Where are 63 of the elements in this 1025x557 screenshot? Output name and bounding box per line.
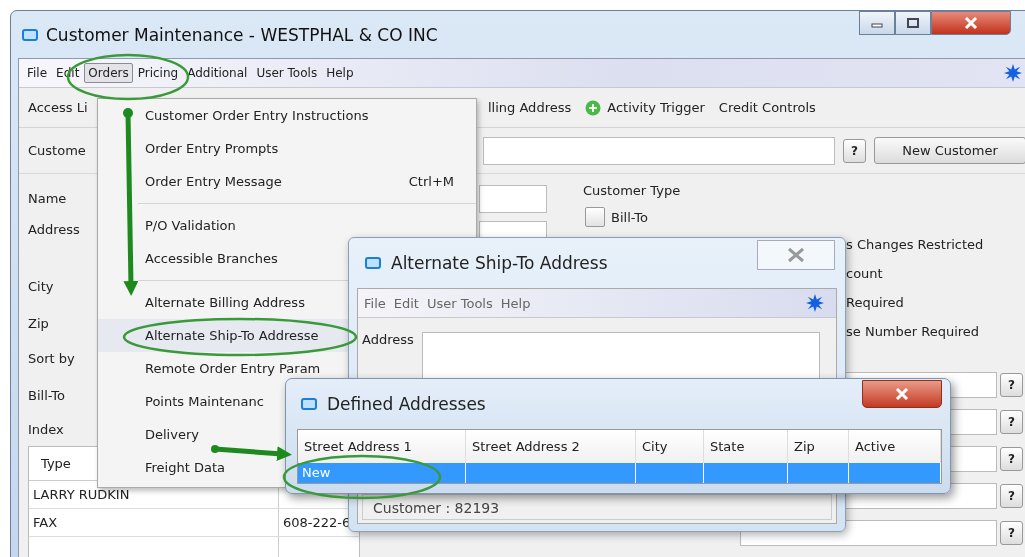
- close-icon: [786, 247, 806, 263]
- menu-item[interactable]: File: [364, 295, 386, 311]
- menu-item[interactable]: P/O Validation: [98, 209, 476, 242]
- dialog-title: Alternate Ship-To Address: [391, 253, 608, 273]
- field-label: Address: [362, 332, 414, 349]
- field-label: Address: [28, 221, 80, 239]
- window-icon: [365, 257, 381, 269]
- option-label: se Number Required: [846, 323, 981, 341]
- lookup-button[interactable]: ?: [1000, 521, 1023, 545]
- table-cell-text: 608-222-6: [282, 514, 352, 532]
- menu-item[interactable]: Help: [322, 63, 358, 83]
- window-icon: [301, 398, 317, 410]
- lookup-button[interactable]: ?: [843, 138, 866, 163]
- option-label: Required: [846, 294, 905, 312]
- lookup-button[interactable]: ?: [1000, 484, 1023, 508]
- checkbox[interactable]: [585, 207, 605, 227]
- menu-item[interactable]: Edit: [393, 295, 419, 311]
- field-label: Index: [28, 421, 64, 439]
- option-label: s Changes Restricted: [846, 236, 985, 254]
- menu-item[interactable]: Order Entry Message Ctrl+M: [98, 165, 476, 198]
- star-icon: [1004, 64, 1022, 82]
- menu-item[interactable]: File: [23, 63, 52, 83]
- menu-item[interactable]: Order Entry Prompts: [98, 132, 476, 165]
- option-label: count: [846, 265, 884, 283]
- menu-item[interactable]: Orders: [84, 63, 133, 83]
- window-icon: [22, 28, 38, 41]
- close-button[interactable]: [862, 380, 942, 408]
- star-icon: [806, 294, 824, 312]
- close-button[interactable]: [931, 11, 1011, 35]
- menu-item[interactable]: Help: [500, 295, 531, 311]
- table-cell: FAX: [29, 509, 279, 536]
- close-icon: [964, 17, 978, 29]
- field-label: Sort by: [28, 350, 75, 368]
- field-label: Name: [28, 190, 67, 208]
- lookup-button[interactable]: ?: [1000, 410, 1023, 434]
- menu-item[interactable]: Customer Order Entry Instructions: [98, 99, 476, 132]
- tab[interactable]: Credit Controls: [718, 100, 816, 115]
- window-title: Customer Maintenance - WESTPHAL & CO INC: [46, 24, 438, 45]
- group-title: Customer Type: [582, 182, 682, 200]
- field-label: Bill-To: [28, 387, 65, 405]
- tab[interactable]: lling Address: [488, 100, 572, 115]
- field-label: Zip: [28, 315, 49, 333]
- dialog-title: Defined Addresses: [327, 394, 486, 414]
- menu-item[interactable]: User Tools: [252, 63, 322, 83]
- add-icon: [585, 99, 602, 116]
- field-label: City: [28, 278, 54, 296]
- lookup-button[interactable]: ?: [1000, 447, 1023, 471]
- checkbox-label: Bill-To: [611, 209, 648, 225]
- minimize-button[interactable]: [859, 11, 895, 35]
- close-icon: [895, 388, 909, 400]
- tab[interactable]: Activity Trigger: [607, 100, 705, 115]
- name-field[interactable]: [479, 185, 547, 213]
- customer-label: Custome: [28, 143, 86, 158]
- lookup-button[interactable]: ?: [1000, 373, 1023, 397]
- customer-field[interactable]: [483, 136, 835, 165]
- maximize-icon: [907, 18, 919, 28]
- menu-item[interactable]: User Tools: [426, 295, 493, 311]
- column-header: Type: [41, 456, 71, 471]
- menu-item[interactable]: Pricing: [133, 63, 183, 83]
- menu-item[interactable]: Additional: [183, 63, 252, 83]
- maximize-button[interactable]: [895, 11, 931, 35]
- customer-number: Customer : 82193: [373, 500, 500, 516]
- new-customer-button[interactable]: New Customer: [874, 137, 1025, 164]
